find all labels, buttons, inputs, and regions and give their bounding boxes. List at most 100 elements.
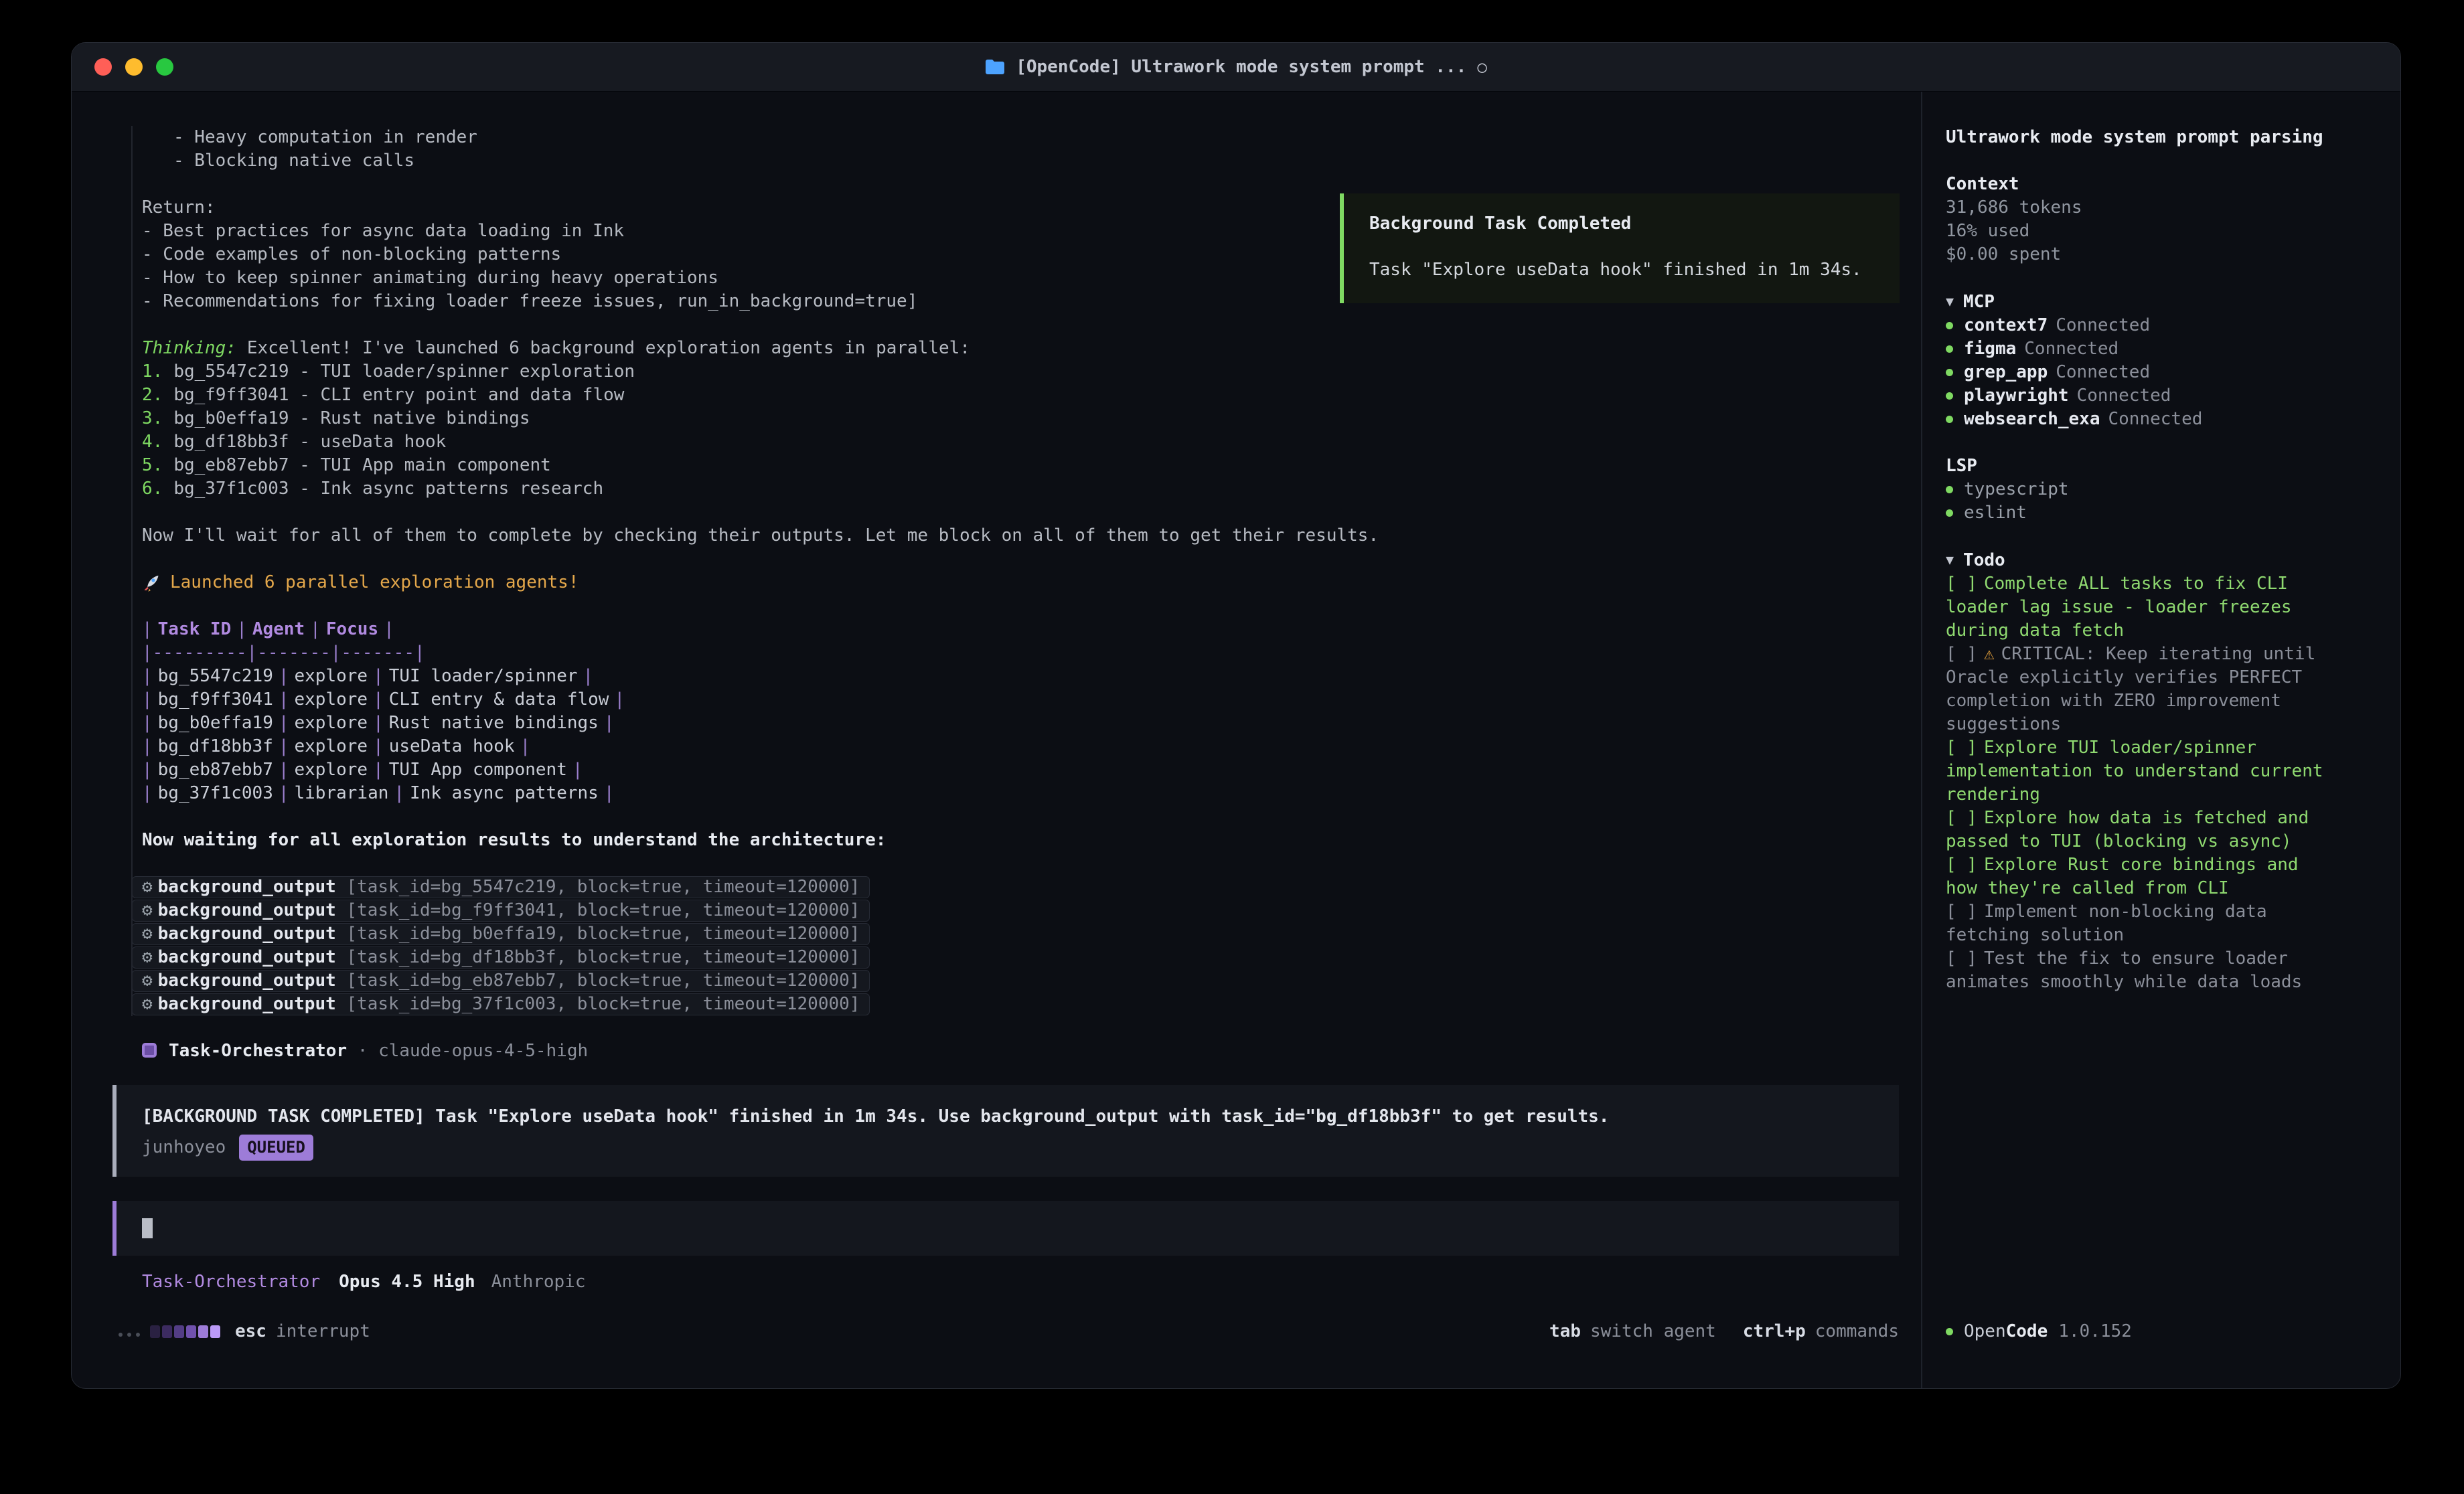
tool-call-row: ⚙background_output [task_id=bg_eb87ebb7,… <box>142 969 1921 993</box>
app-version: OpenCode 1.0.152 <box>1946 1319 2132 1344</box>
gear-icon: ⚙ <box>142 947 153 967</box>
todo-item: [ ]⚠CRITICAL: Keep iterating until Oracl… <box>1946 643 2337 736</box>
table-row: |bg_37f1c003|librarian|Ink async pattern… <box>142 782 1921 805</box>
blank-line <box>142 173 1921 196</box>
window-title-text: [OpenCode] Ultrawork mode system prompt … <box>1016 57 1466 77</box>
traffic-lights <box>94 58 173 76</box>
agent-list-item: 2.bg_f9ff3041 - CLI entry point and data… <box>142 384 1921 407</box>
blank-line <box>142 852 1921 876</box>
blank-line <box>142 1016 1921 1040</box>
blank-line <box>142 501 1921 524</box>
lsp-item: typescript <box>1946 478 2401 501</box>
blank-line <box>142 805 1921 829</box>
tool-call-row: ⚙background_output [task_id=bg_5547c219,… <box>142 876 1921 899</box>
blank-line <box>142 594 1921 618</box>
context-tokens: 31,686 tokens <box>1946 196 2401 220</box>
context-used: 16% used <box>1946 220 2401 243</box>
thinking-line: Thinking:Excellent! I've launched 6 back… <box>142 337 1921 360</box>
context-heading: Context <box>1946 173 2401 196</box>
table-header-row: |Task ID|Agent|Focus| <box>142 618 1921 641</box>
table-row: |bg_f9ff3041|explore|CLI entry & data fl… <box>142 688 1921 712</box>
tool-call-row: ⚙background_output [task_id=bg_b0effa19,… <box>142 922 1921 946</box>
todo-section-header[interactable]: ▼Todo <box>1946 548 2401 572</box>
agent-status-line: Task-OrchestratorOpus 4.5 HighAnthropic <box>142 1270 1921 1294</box>
blank-line <box>1946 149 2401 173</box>
todo-list: [ ]Complete ALL tasks to fix CLI loader … <box>1946 572 2337 994</box>
todo-item: [ ]Test the fix to ensure loader animate… <box>1946 947 2337 994</box>
output-line: Now I'll wait for all of them to complet… <box>142 524 1921 548</box>
status-dot-icon <box>1946 369 1953 376</box>
status-circle-icon: ○ <box>1477 58 1486 76</box>
agent-list-item: 1.bg_5547c219 - TUI loader/spinner explo… <box>142 360 1921 384</box>
status-dot-icon <box>1946 416 1953 423</box>
mcp-section-header[interactable]: ▼MCP <box>1946 290 2401 314</box>
spinner-dots-icon <box>119 1321 145 1341</box>
blank-line <box>142 313 1921 337</box>
todo-item: [ ]Implement non-blocking data fetching … <box>1946 900 2337 947</box>
gear-icon: ⚙ <box>142 877 153 897</box>
esc-key-hint: esc <box>235 1321 266 1341</box>
session-title: Ultrawork mode system prompt parsing <box>1946 126 2401 149</box>
message-gutter <box>131 126 133 1016</box>
app-window: [OpenCode] Ultrawork mode system prompt … <box>71 42 2401 1389</box>
ctrlp-key-hint: ctrl+p <box>1743 1321 1806 1341</box>
notification-toast: Background Task Completed Task "Explore … <box>1340 193 1900 303</box>
status-dot-icon <box>1946 345 1953 353</box>
gear-icon: ⚙ <box>142 924 153 944</box>
todo-item: [ ]Explore Rust core bindings and how th… <box>1946 853 2337 900</box>
lsp-section-header: LSP <box>1946 454 2401 478</box>
status-dot-icon <box>1946 509 1953 517</box>
status-dot-icon <box>1946 486 1953 493</box>
table-row: |bg_df18bb3f|explore|useData hook| <box>142 735 1921 758</box>
chevron-down-icon: ▼ <box>1946 290 1954 313</box>
gear-icon: ⚙ <box>142 971 153 991</box>
mcp-item: figmaConnected <box>1946 337 2401 361</box>
status-dot-icon <box>1946 392 1953 400</box>
warning-icon: ⚠ <box>1984 644 1995 664</box>
thinking-label: Thinking: <box>142 338 236 358</box>
background-task-event: [BACKGROUND TASK COMPLETED] Task "Explor… <box>112 1085 1899 1177</box>
agent-list-item: 3.bg_b0effa19 - Rust native bindings <box>142 407 1921 430</box>
launch-banner: Launched 6 parallel exploration agents! <box>142 571 1921 594</box>
table-row: |bg_eb87ebb7|explore|TUI App component| <box>142 758 1921 782</box>
event-message: [BACKGROUND TASK COMPLETED] Task "Explor… <box>142 1104 1899 1129</box>
mcp-item: playwrightConnected <box>1946 384 2401 408</box>
prompt-input[interactable] <box>112 1201 1899 1256</box>
tab-key-hint: tab <box>1549 1321 1581 1341</box>
mcp-item: grep_appConnected <box>1946 361 2401 384</box>
todo-item: [ ]Complete ALL tasks to fix CLI loader … <box>1946 572 2337 643</box>
gear-icon: ⚙ <box>142 994 153 1014</box>
orchestrator-line: Task-Orchestrator · claude-opus-4-5-high <box>142 1040 1921 1063</box>
queued-badge: QUEUED <box>239 1135 313 1161</box>
blank-line <box>1946 525 2401 548</box>
agent-square-icon <box>142 1043 157 1058</box>
lsp-item: eslint <box>1946 501 2401 525</box>
todo-item: [ ]Explore TUI loader/spinner implementa… <box>1946 736 2337 807</box>
todo-item: [ ]Explore how data is fetched and passe… <box>1946 807 2337 853</box>
event-user: junhoyeo <box>142 1136 226 1159</box>
rocket-icon <box>142 574 161 592</box>
close-button[interactable] <box>94 58 112 76</box>
table-row: |bg_b0effa19|explore|Rust native binding… <box>142 712 1921 735</box>
table-row: |bg_5547c219|explore|TUI loader/spinner| <box>142 665 1921 688</box>
status-dot-icon <box>1946 1328 1953 1335</box>
minimize-button[interactable] <box>125 58 143 76</box>
table-separator-row: |---------|-------|-------| <box>142 641 1921 665</box>
text-cursor <box>142 1218 153 1238</box>
blank-line <box>142 548 1921 571</box>
mcp-item: websearch_exaConnected <box>1946 408 2401 431</box>
agent-list-item: 6.bg_37f1c003 - Ink async patterns resea… <box>142 477 1921 501</box>
zoom-button[interactable] <box>156 58 173 76</box>
mcp-item: context7Connected <box>1946 314 2401 337</box>
notification-body: Task "Explore useData hook" finished in … <box>1369 258 1900 282</box>
chevron-down-icon: ▼ <box>1946 548 1954 572</box>
agent-list-item: 5.bg_eb87ebb7 - TUI App main component <box>142 454 1921 477</box>
gear-icon: ⚙ <box>142 900 153 920</box>
terminal-main: - Heavy computation in render - Blocking… <box>72 92 1921 1388</box>
status-dot-icon <box>1946 322 1953 329</box>
tool-call-row: ⚙background_output [task_id=bg_f9ff3041,… <box>142 899 1921 922</box>
tool-call-row: ⚙background_output [task_id=bg_37f1c003,… <box>142 993 1921 1016</box>
output-line: Now waiting for all exploration results … <box>142 829 1921 852</box>
status-bar: esc interrupt tabswitch agent ctrl+pcomm… <box>119 1319 1899 1344</box>
progress-blocks <box>150 1325 220 1338</box>
